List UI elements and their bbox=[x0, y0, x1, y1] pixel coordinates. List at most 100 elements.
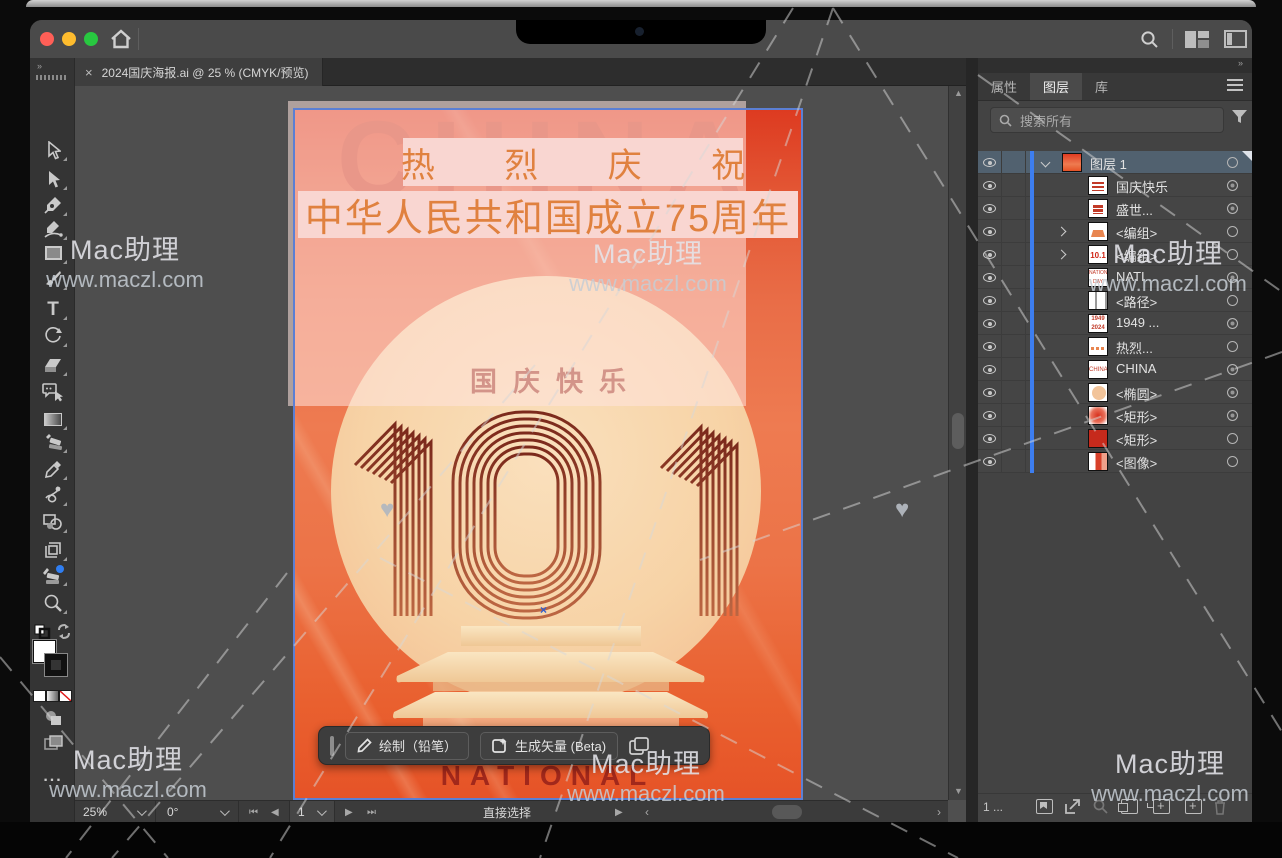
layer-row[interactable]: 10.1 <编组> bbox=[978, 243, 1252, 266]
pen-tool-icon[interactable] bbox=[38, 193, 68, 217]
target-circle[interactable] bbox=[1227, 295, 1238, 306]
layer-row[interactable]: 国庆快乐 bbox=[978, 174, 1252, 197]
visibility-toggle[interactable] bbox=[978, 427, 1002, 450]
rotate-tool-icon[interactable] bbox=[38, 324, 68, 348]
eyedropper-tool-icon[interactable] bbox=[38, 457, 68, 481]
curvature-tool-icon[interactable] bbox=[38, 217, 68, 241]
layer-row[interactable]: 热烈... bbox=[978, 335, 1252, 358]
artboard-tool-icon[interactable] bbox=[38, 538, 68, 562]
target-circle[interactable] bbox=[1227, 433, 1238, 444]
rectangle-tool-icon[interactable] bbox=[38, 241, 68, 265]
layer-thumbnail[interactable]: NATIONALDAY bbox=[1088, 268, 1108, 287]
scroll-up-icon[interactable]: ▲ bbox=[954, 88, 963, 98]
contextual-task-bar[interactable]: 绘制（铅笔） 生成矢量 (Beta) bbox=[318, 726, 710, 765]
zoom-tool-icon[interactable] bbox=[38, 591, 68, 615]
horizontal-scrollbar-thumb[interactable] bbox=[772, 805, 802, 819]
target-circle[interactable] bbox=[1227, 226, 1238, 237]
tab-libraries[interactable]: 库 bbox=[1082, 73, 1121, 100]
layer-thumbnail[interactable] bbox=[1088, 337, 1108, 356]
layer-row[interactable]: <图像> bbox=[978, 450, 1252, 473]
poster-artwork[interactable]: CHINA 国庆快乐 bbox=[293, 108, 803, 800]
layer-row[interactable]: <矩形> bbox=[978, 404, 1252, 427]
fill-stroke-mini-icon[interactable] bbox=[34, 624, 51, 639]
layer-row[interactable]: CHINA CHINA bbox=[978, 358, 1252, 381]
expand-chevron-icon[interactable] bbox=[1057, 227, 1067, 237]
make-mask-icon[interactable] bbox=[1121, 799, 1138, 814]
color-button[interactable] bbox=[33, 690, 46, 702]
zoom-window-button[interactable] bbox=[84, 32, 98, 46]
canvas-area[interactable]: CHINA 国庆快乐 bbox=[75, 86, 948, 800]
none-button[interactable] bbox=[59, 690, 72, 702]
draw-normal-mode-icon[interactable] bbox=[38, 706, 68, 730]
layer-thumbnail[interactable] bbox=[1088, 176, 1108, 195]
horizontal-scrollbar[interactable] bbox=[660, 805, 943, 819]
layer-thumbnail[interactable] bbox=[1088, 199, 1108, 218]
draw-pencil-button[interactable]: 绘制（铅笔） bbox=[345, 732, 469, 760]
layer-thumbnail[interactable]: 19492024 bbox=[1088, 314, 1108, 333]
panels-icon[interactable] bbox=[1224, 30, 1247, 48]
layer-row[interactable]: <矩形> bbox=[978, 427, 1252, 450]
blob-brush-tool-icon[interactable] bbox=[38, 483, 68, 507]
scroll-down-icon[interactable]: ▼ bbox=[954, 786, 963, 796]
visibility-toggle[interactable] bbox=[978, 358, 1002, 381]
visibility-toggle[interactable] bbox=[978, 266, 1002, 289]
search-layer-icon[interactable] bbox=[1093, 799, 1110, 814]
hscroll-right-icon[interactable]: › bbox=[937, 801, 941, 822]
filter-icon[interactable] bbox=[1232, 110, 1247, 124]
rotation-dropdown-icon[interactable] bbox=[220, 801, 227, 822]
collapse-tools-icon[interactable]: » bbox=[37, 61, 43, 71]
gradient-button[interactable] bbox=[46, 690, 59, 702]
layer-row[interactable]: <椭圆> bbox=[978, 381, 1252, 404]
target-circle[interactable] bbox=[1227, 180, 1238, 191]
vertical-scrollbar-thumb[interactable] bbox=[952, 413, 964, 449]
home-icon[interactable] bbox=[110, 29, 132, 49]
document-tab[interactable]: × 2024国庆海报.ai @ 25 % (CMYK/预览) bbox=[75, 58, 323, 86]
minimize-window-button[interactable] bbox=[62, 32, 76, 46]
generate-vector-button[interactable]: 生成矢量 (Beta) bbox=[480, 732, 618, 760]
comment-tool-icon[interactable] bbox=[38, 380, 68, 404]
selection-tool[interactable] bbox=[38, 138, 68, 162]
target-circle[interactable] bbox=[1227, 249, 1238, 260]
visibility-toggle[interactable] bbox=[978, 197, 1002, 220]
close-window-button[interactable] bbox=[40, 32, 54, 46]
expand-chevron-icon[interactable] bbox=[1041, 158, 1051, 168]
visibility-toggle[interactable] bbox=[978, 312, 1002, 335]
delete-layer-icon[interactable] bbox=[1213, 799, 1230, 814]
layer-thumbnail[interactable] bbox=[1088, 406, 1108, 425]
visibility-toggle[interactable] bbox=[978, 404, 1002, 427]
rotation-value[interactable]: 0° bbox=[167, 801, 178, 822]
layer-thumbnail[interactable] bbox=[1088, 291, 1108, 310]
zoom-dropdown-icon[interactable] bbox=[137, 801, 144, 822]
layer-row[interactable]: 19492024 1949 ... bbox=[978, 312, 1252, 335]
close-tab-icon[interactable]: × bbox=[85, 65, 93, 80]
target-circle[interactable] bbox=[1227, 410, 1238, 421]
eraser-tool-icon[interactable] bbox=[38, 353, 68, 377]
workspace-switcher-icon[interactable] bbox=[1185, 31, 1209, 48]
visibility-toggle[interactable] bbox=[978, 174, 1002, 197]
target-circle[interactable] bbox=[1227, 364, 1238, 375]
first-artboard-icon[interactable]: ⏮ bbox=[249, 801, 258, 822]
layer-thumbnail[interactable] bbox=[1088, 222, 1108, 241]
visibility-toggle[interactable] bbox=[978, 243, 1002, 266]
layer-thumbnail[interactable] bbox=[1088, 383, 1108, 402]
direct-selection-tool[interactable] bbox=[38, 167, 68, 191]
artboard-number-field[interactable]: 1 bbox=[289, 801, 335, 822]
layer-thumbnail[interactable] bbox=[1088, 452, 1108, 471]
layer-row[interactable]: 图层 1 bbox=[978, 151, 1252, 174]
new-sublayer-icon[interactable] bbox=[1153, 799, 1170, 814]
stroke-swatch[interactable] bbox=[45, 654, 67, 676]
swap-fill-stroke-icon[interactable] bbox=[56, 624, 72, 639]
edit-toolbar-icon[interactable]: ... bbox=[38, 765, 68, 789]
gradient-tool-icon[interactable] bbox=[38, 407, 68, 431]
layer-thumbnail[interactable]: 10.1 bbox=[1088, 245, 1108, 264]
layer-thumbnail[interactable] bbox=[1062, 153, 1082, 172]
locate-object-icon[interactable] bbox=[1036, 799, 1053, 814]
tab-properties[interactable]: 属性 bbox=[978, 73, 1030, 100]
transform-tool-icon[interactable] bbox=[38, 430, 68, 454]
layer-thumbnail[interactable] bbox=[1088, 429, 1108, 448]
graph-tool-icon[interactable] bbox=[38, 563, 68, 587]
tab-layers[interactable]: 图层 bbox=[1030, 73, 1082, 100]
next-artboard-icon[interactable]: ▶ bbox=[345, 801, 353, 822]
target-circle[interactable] bbox=[1227, 203, 1238, 214]
search-icon[interactable] bbox=[1140, 30, 1159, 49]
